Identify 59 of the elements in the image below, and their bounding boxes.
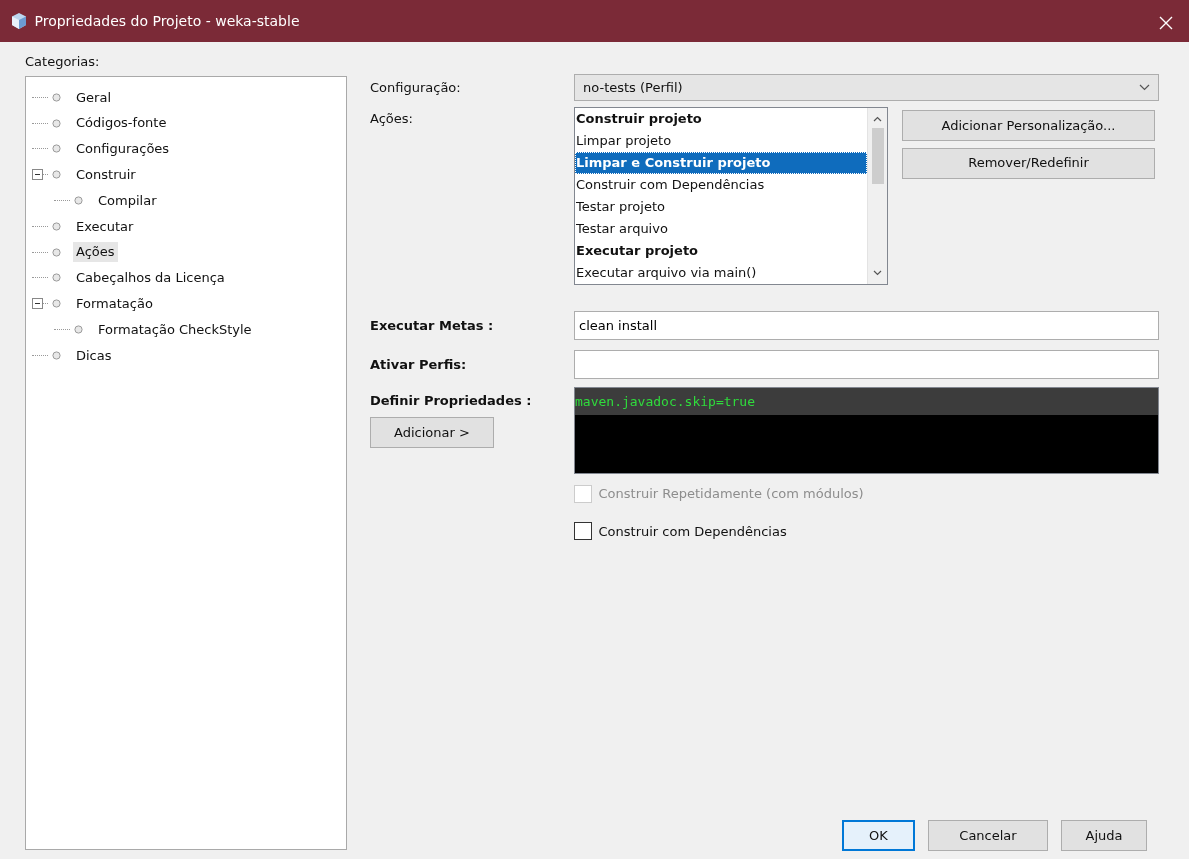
collapse-icon[interactable] xyxy=(32,298,43,310)
action-item[interactable]: Construir projeto xyxy=(575,108,867,130)
chevron-down-icon xyxy=(873,270,882,276)
bullet-icon xyxy=(52,144,61,154)
chevron-up-icon xyxy=(873,116,882,122)
tree-item[interactable]: Construir xyxy=(73,165,139,185)
bullet-icon xyxy=(52,118,61,128)
checkbox[interactable] xyxy=(574,522,592,541)
action-button[interactable]: Remover/Redefinir xyxy=(902,147,1155,179)
bullet-icon xyxy=(52,350,61,360)
configuration-dropdown[interactable]: no-tests (Perfil) xyxy=(574,74,1159,101)
scrollbar[interactable] xyxy=(867,108,887,284)
tree-item[interactable]: Cabeçalhos da Licença xyxy=(73,268,228,288)
chevron-down-icon xyxy=(1139,84,1150,91)
tree-item[interactable]: Dicas xyxy=(73,345,115,366)
bullet-icon xyxy=(52,247,61,257)
tree-item[interactable]: Códigos-fonte xyxy=(73,113,170,133)
bullet-icon xyxy=(74,196,83,206)
window-title: Propriedades do Projeto - weka-stable xyxy=(34,11,300,31)
tree-item[interactable]: Compilar xyxy=(95,190,160,211)
checkbox-label: Construir com Dependências xyxy=(598,522,787,541)
action-item[interactable]: Limpar e Construir projeto xyxy=(575,152,867,174)
tree-item[interactable]: Configurações xyxy=(73,139,173,159)
cube-icon xyxy=(10,12,28,30)
tree-item[interactable]: Ações xyxy=(73,242,118,262)
tree-item[interactable]: Formatação xyxy=(73,294,156,314)
goals-field[interactable]: clean install xyxy=(574,311,1159,340)
scrollbar-thumb[interactable] xyxy=(871,128,884,184)
bullet-icon xyxy=(52,170,61,180)
dialog-button[interactable]: Ajuda xyxy=(1061,820,1147,851)
action-item[interactable]: Executar projeto xyxy=(575,240,867,262)
profiles-field[interactable] xyxy=(574,350,1159,379)
properties-label: Definir Propriedades : xyxy=(370,392,532,410)
tree-item[interactable]: Geral xyxy=(73,87,114,108)
profiles-label: Ativar Perfis: xyxy=(370,355,468,374)
checkbox-label: Construir Repetidamente (com módulos) xyxy=(598,485,864,503)
bullet-icon xyxy=(74,325,83,335)
action-item[interactable]: Testar projeto xyxy=(575,196,867,218)
tree-item[interactable]: Executar xyxy=(73,216,137,237)
configuration-label: Configuração: xyxy=(370,78,462,97)
bullet-icon xyxy=(52,273,61,283)
bullet-icon xyxy=(52,92,61,102)
action-button[interactable]: Adicionar Personalização... xyxy=(902,110,1155,141)
action-item[interactable]: Construir com Dependências xyxy=(575,174,867,196)
collapse-icon[interactable] xyxy=(32,169,43,181)
categories-label: Categorias: xyxy=(25,53,101,71)
goals-label: Executar Metas : xyxy=(370,316,495,335)
action-item[interactable]: Testar arquivo xyxy=(575,218,867,240)
add-button[interactable]: Adicionar > xyxy=(370,417,494,448)
properties-editor[interactable]: maven.javadoc.skip=true xyxy=(574,387,1159,474)
close-icon xyxy=(1159,15,1173,30)
bullet-icon xyxy=(52,299,61,309)
tree-item[interactable]: Formatação CheckStyle xyxy=(95,319,255,340)
dialog-button[interactable]: Cancelar xyxy=(928,820,1048,851)
bullet-icon xyxy=(52,221,61,231)
action-item[interactable]: Limpar projeto xyxy=(575,130,867,152)
action-item[interactable]: Executar arquivo via main() xyxy=(575,262,867,284)
actions-label: Ações: xyxy=(370,110,414,128)
dialog-button[interactable]: OK xyxy=(842,820,915,851)
